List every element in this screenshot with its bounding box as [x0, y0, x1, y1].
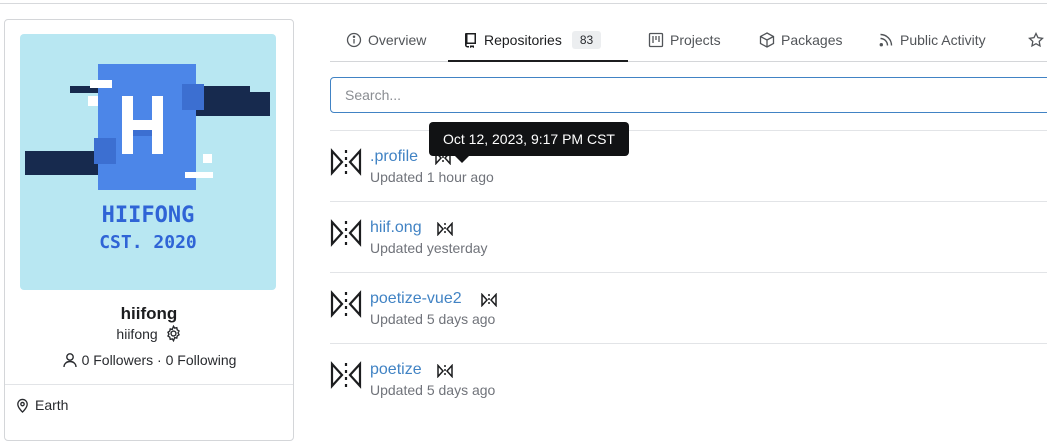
repo-updated-text: Updated 5 days ago — [370, 382, 496, 398]
repo-updated-text: Updated yesterday — [370, 240, 488, 256]
tab-repositories[interactable]: Repositories 83 — [448, 20, 628, 62]
mirror-repo-icon — [330, 148, 362, 176]
repo-name-link[interactable]: hiif.ong — [370, 219, 422, 237]
follow-stats: 0 Followers · 0 Following — [5, 352, 293, 368]
tab-packages-label: Packages — [781, 32, 843, 48]
mirror-repo-icon — [330, 290, 362, 318]
tab-overview-label: Overview — [368, 32, 427, 48]
profile-card: HIIFONG CST. 2020 hiifong hiifong 0 Foll… — [4, 19, 294, 441]
list-item: poetize-vue2 Updated 5 days ago — [330, 272, 1047, 343]
repo-icon — [465, 33, 476, 48]
tooltip-text: Oct 12, 2023, 9:17 PM CST — [443, 131, 615, 147]
profile-login-row: hiifong — [5, 324, 293, 345]
star-icon — [1028, 31, 1044, 48]
tab-repositories-label: Repositories — [484, 32, 562, 48]
profile-tabs: Overview Repositories 83 Projects Package… — [330, 20, 1047, 62]
tooltip-arrow — [455, 156, 469, 163]
rss-icon — [879, 33, 893, 47]
package-icon — [759, 32, 775, 48]
location-pin-icon — [17, 398, 28, 413]
followers-link[interactable]: 0 Followers — [82, 352, 154, 368]
tab-packages[interactable]: Packages — [759, 20, 842, 60]
tab-public-activity[interactable]: Public Activity — [878, 20, 986, 60]
mirror-icon — [437, 364, 453, 378]
tab-projects[interactable]: Projects — [648, 20, 721, 60]
repo-list: .profile Updated 1 hour ago hiif.ong Upd… — [330, 130, 1047, 414]
card-divider — [5, 384, 293, 385]
repo-updated-text: Updated 1 hour ago — [370, 169, 494, 185]
tab-public-activity-label: Public Activity — [900, 32, 986, 48]
avatar-logo: HIIFONG CST. 2020 — [25, 64, 270, 253]
tab-starred[interactable] — [1028, 20, 1047, 60]
mirror-repo-icon — [330, 219, 362, 247]
avatar-text-line2: CST. 2020 — [99, 232, 197, 253]
repo-name-link[interactable]: .profile — [370, 148, 418, 166]
profile-username: hiifong — [116, 326, 158, 342]
follow-separator: · — [157, 352, 162, 368]
top-divider — [0, 3, 1047, 4]
repo-name-link[interactable]: poetize-vue2 — [370, 290, 462, 308]
repo-name-link[interactable]: poetize — [370, 361, 422, 379]
person-icon — [62, 353, 77, 368]
project-icon — [648, 32, 664, 48]
profile-full-name: hiifong — [120, 304, 178, 323]
list-item: poetize Updated 5 days ago — [330, 343, 1047, 414]
location-row: Earth — [15, 397, 68, 413]
timestamp-tooltip: Oct 12, 2023, 9:17 PM CST — [429, 122, 629, 163]
mirror-icon — [437, 222, 453, 236]
avatar: HIIFONG CST. 2020 — [20, 34, 276, 290]
repo-search-input[interactable] — [330, 77, 1047, 113]
list-item: hiif.ong Updated yesterday — [330, 201, 1047, 272]
tab-projects-label: Projects — [670, 32, 721, 48]
repo-updated-text: Updated 5 days ago — [370, 311, 496, 327]
mirror-icon — [481, 293, 497, 307]
tab-overview[interactable]: Overview — [346, 20, 426, 60]
gear-icon[interactable] — [165, 324, 182, 345]
location-text: Earth — [35, 397, 69, 413]
repo-count-badge: 83 — [571, 31, 602, 49]
mirror-repo-icon — [330, 361, 362, 389]
info-icon — [346, 32, 362, 48]
following-link[interactable]: 0 Following — [166, 352, 237, 368]
avatar-text-line1: HIIFONG — [102, 203, 195, 228]
